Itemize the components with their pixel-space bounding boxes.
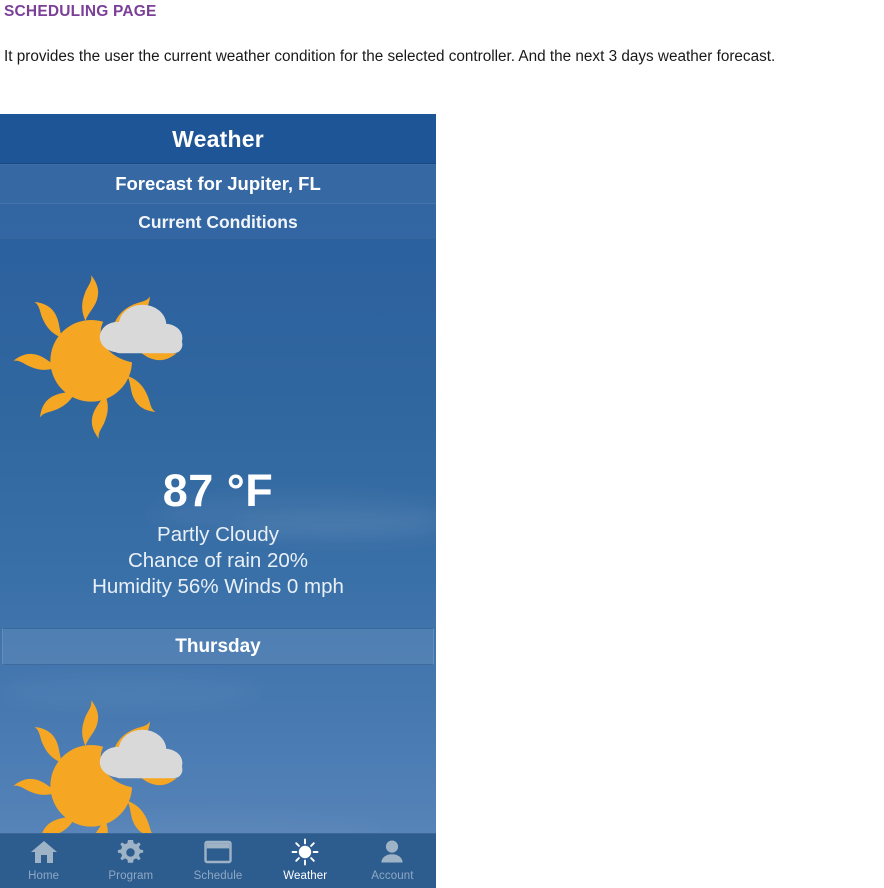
weather-app-screenshot: Weather Forecast for Jupiter, FL Current… xyxy=(0,114,436,888)
nav-label-account: Account xyxy=(371,870,414,882)
partly-cloudy-icon xyxy=(0,262,436,457)
page-title: SCHEDULING PAGE xyxy=(4,3,157,20)
home-icon xyxy=(27,837,61,867)
forecast-day-bar[interactable]: Thursday xyxy=(2,628,434,665)
forecast-location-label: Forecast for Jupiter, FL xyxy=(115,173,321,194)
sun-icon xyxy=(288,837,322,867)
current-temperature: 87 °F xyxy=(162,465,274,516)
forecast-day-label: Thursday xyxy=(175,635,261,657)
nav-item-weather[interactable]: Weather xyxy=(262,833,349,888)
current-conditions-band: Current Conditions xyxy=(0,204,436,240)
bottom-navigation-bar: Home Program Schedule Weather Account xyxy=(0,833,436,888)
nav-label-home: Home xyxy=(28,870,60,882)
app-title: Weather xyxy=(172,125,264,152)
nav-label-schedule: Schedule xyxy=(193,870,243,882)
nav-item-account[interactable]: Account xyxy=(349,833,436,888)
current-conditions-panel: 87 °F Partly Cloudy Chance of rain 20% H… xyxy=(0,240,436,628)
gear-icon xyxy=(114,837,148,867)
current-conditions-label: Current Conditions xyxy=(138,211,298,232)
document-content: SCHEDULING PAGE It provides the user the… xyxy=(0,0,884,70)
chance-of-rain-text: Chance of rain 20% xyxy=(127,549,309,572)
app-title-bar: Weather xyxy=(0,114,436,164)
page-description: It provides the user the current weather… xyxy=(4,48,776,65)
nav-item-home[interactable]: Home xyxy=(0,833,87,888)
calendar-icon xyxy=(201,837,235,867)
person-icon xyxy=(375,837,409,867)
nav-item-program[interactable]: Program xyxy=(87,833,174,888)
humidity-winds-text: Humidity 56% Winds 0 mph xyxy=(92,575,344,598)
forecast-day-panel xyxy=(0,665,436,864)
current-details: Partly Cloudy Chance of rain 20% Humidit… xyxy=(0,522,436,600)
current-condition-text: Partly Cloudy xyxy=(157,523,279,546)
nav-label-weather: Weather xyxy=(283,870,328,882)
nav-label-program: Program xyxy=(108,870,154,882)
nav-item-schedule[interactable]: Schedule xyxy=(174,833,261,888)
forecast-location-band: Forecast for Jupiter, FL xyxy=(0,164,436,204)
